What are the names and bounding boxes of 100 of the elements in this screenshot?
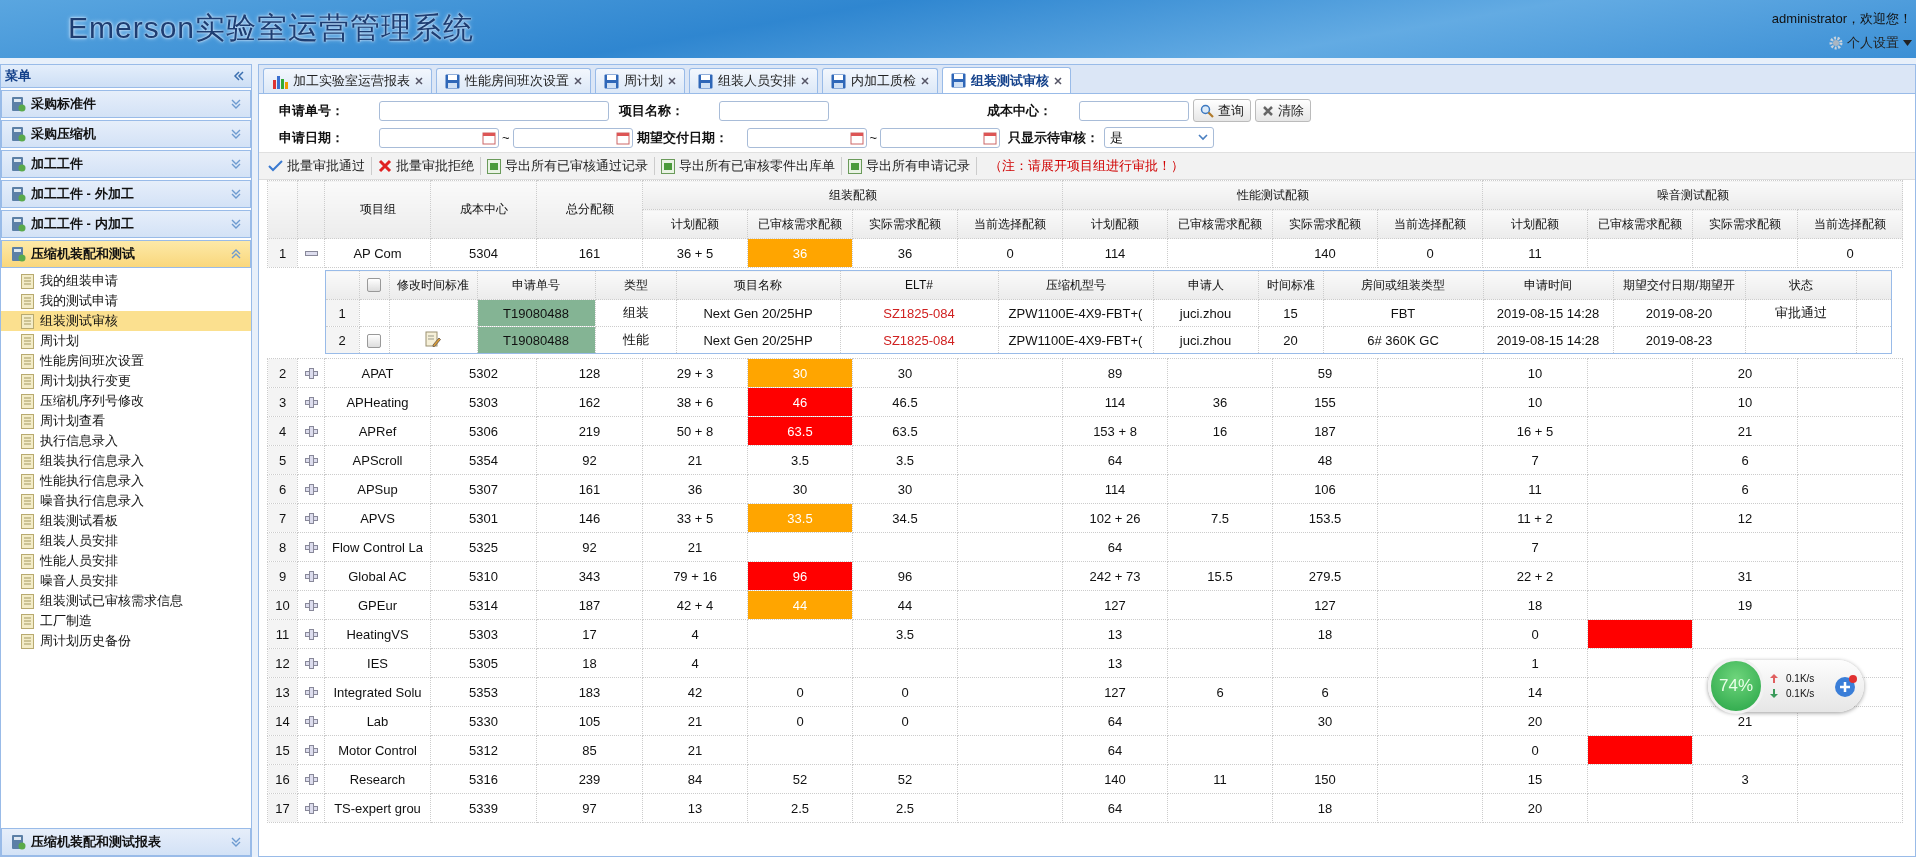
- search-icon: [1200, 103, 1214, 118]
- menu-item[interactable]: 组装测试已审核需求信息: [1, 591, 251, 611]
- checkbox[interactable]: [367, 333, 381, 348]
- menu-item[interactable]: 噪音人员安排: [1, 571, 251, 591]
- table-cell: 6: [1692, 474, 1798, 504]
- date-field[interactable]: [746, 127, 867, 148]
- menu-group[interactable]: 加工工件 - 外加工: [1, 180, 251, 208]
- settings-menu[interactable]: 个人设置: [1829, 34, 1912, 52]
- menu-group[interactable]: 采购标准件: [1, 90, 251, 118]
- menu-item[interactable]: 周计划执行变更: [1, 371, 251, 391]
- table-cell: 18: [1272, 793, 1378, 823]
- menu-group[interactable]: 压缩机装配和测试报表: [1, 828, 251, 856]
- close-icon[interactable]: [574, 77, 582, 85]
- table-cell: 52: [747, 764, 853, 794]
- table-cell: 18: [1272, 619, 1378, 649]
- menu-item[interactable]: 性能执行信息录入: [1, 471, 251, 491]
- menu-item[interactable]: 组装执行信息录入: [1, 451, 251, 471]
- menu-item[interactable]: 工厂制造: [1, 611, 251, 631]
- table-cell: 1: [1482, 648, 1588, 678]
- table-cell: 14: [1482, 677, 1588, 707]
- row-number: 1: [325, 299, 359, 327]
- tab[interactable]: 内加工质检: [822, 68, 938, 93]
- toolbar-button[interactable]: 导出所有已审核零件出库单: [657, 157, 839, 175]
- menu-group[interactable]: 压缩机装配和测试: [1, 240, 251, 268]
- table-cell: 10: [1482, 387, 1588, 417]
- menu-item[interactable]: 周计划: [1, 331, 251, 351]
- menu-item[interactable]: 组装测试审核: [1, 311, 251, 331]
- menu-item[interactable]: 我的测试申请: [1, 291, 251, 311]
- tab[interactable]: 加工实验室运营报表: [263, 68, 432, 93]
- document-icon: [21, 293, 34, 309]
- close-icon[interactable]: [668, 77, 676, 85]
- table-cell: 5303: [430, 387, 537, 417]
- select-field[interactable]: 是: [1104, 127, 1215, 148]
- close-icon[interactable]: [1054, 76, 1062, 85]
- table-cell: APSup: [324, 474, 431, 504]
- request-number-cell: T19080488: [477, 299, 595, 327]
- bar-chart-icon: [272, 73, 288, 89]
- column-header: 申请单号: [477, 270, 595, 300]
- tab[interactable]: 组装测试审核: [942, 67, 1071, 93]
- table-cell: APHeating: [324, 387, 431, 417]
- tab[interactable]: 性能房间班次设置: [436, 68, 591, 93]
- collapse-icon[interactable]: [233, 71, 245, 81]
- row-number: 12: [267, 648, 298, 678]
- menu-item[interactable]: 压缩机序列号修改: [1, 391, 251, 411]
- table-cell: 36: [852, 238, 958, 268]
- table-cell: 18: [1482, 590, 1588, 620]
- table-cell: 13: [1062, 648, 1168, 678]
- menu-item[interactable]: 噪音执行信息录入: [1, 491, 251, 511]
- close-icon[interactable]: [921, 77, 929, 85]
- row-number: 17: [267, 793, 298, 823]
- row-number: 2: [267, 358, 298, 388]
- toolbar-button[interactable]: 导出所有已审核通过记录: [483, 157, 652, 175]
- checkbox[interactable]: [367, 278, 381, 293]
- toolbar-button[interactable]: 批量审批通过: [263, 157, 369, 175]
- table-cell: 153.5: [1272, 503, 1378, 533]
- table-cell: 2.5: [852, 793, 958, 823]
- menu-group[interactable]: 采购压缩机: [1, 120, 251, 148]
- menu-item[interactable]: 周计划查看: [1, 411, 251, 431]
- table-cell: 6: [1272, 677, 1378, 707]
- calendar-icon: [983, 130, 998, 145]
- table-cell: 21: [642, 706, 748, 736]
- document-icon: [21, 313, 34, 329]
- table-cell: 22 + 2: [1482, 561, 1588, 591]
- date-field[interactable]: [880, 127, 1001, 148]
- menu-item[interactable]: 执行信息录入: [1, 431, 251, 451]
- tab[interactable]: 周计划: [595, 68, 685, 93]
- menu-item[interactable]: 我的组装申请: [1, 271, 251, 291]
- row-number: 1: [267, 238, 298, 268]
- search-button[interactable]: 查询: [1193, 99, 1251, 122]
- table-cell: 36: [642, 474, 748, 504]
- menu-group[interactable]: 加工工件 - 内加工: [1, 210, 251, 238]
- column-header: 期望交付日期/期望开: [1613, 270, 1745, 300]
- date-field[interactable]: [379, 127, 499, 148]
- menu-item[interactable]: 性能房间班次设置: [1, 351, 251, 371]
- clear-button[interactable]: 清除: [1255, 99, 1311, 122]
- date-field[interactable]: [512, 127, 633, 148]
- column-header: 修改时间标准: [389, 270, 477, 300]
- toolbar-button[interactable]: 批量审批拒绝: [374, 157, 478, 175]
- close-icon[interactable]: [801, 77, 809, 85]
- input-field[interactable]: [379, 100, 609, 121]
- menu-item[interactable]: 周计划历史备份: [1, 631, 251, 651]
- plus-icon[interactable]: [1834, 674, 1858, 698]
- column-header: 类型: [595, 270, 676, 300]
- tab[interactable]: 组装人员安排: [689, 68, 818, 93]
- menu-item[interactable]: 组装人员安排: [1, 531, 251, 551]
- table-cell: 127: [1062, 590, 1168, 620]
- close-icon[interactable]: [415, 77, 423, 85]
- input-field[interactable]: [1079, 100, 1189, 121]
- table-cell: 13: [1062, 619, 1168, 649]
- menu-group[interactable]: 加工工件: [1, 150, 251, 178]
- toolbar-button[interactable]: 导出所有申请记录: [844, 157, 974, 175]
- edit-icon[interactable]: [425, 330, 441, 347]
- input-field[interactable]: [719, 100, 829, 121]
- table-cell: 16: [1167, 416, 1273, 446]
- network-speed-widget[interactable]: 74% 0.1K/s 0.1K/s: [1708, 660, 1864, 712]
- spreadsheet-icon: [487, 158, 501, 174]
- menu-item[interactable]: 性能人员安排: [1, 551, 251, 571]
- table-cell: 5301: [430, 503, 537, 533]
- table-cell: 5304: [430, 238, 537, 268]
- menu-item[interactable]: 组装测试看板: [1, 511, 251, 531]
